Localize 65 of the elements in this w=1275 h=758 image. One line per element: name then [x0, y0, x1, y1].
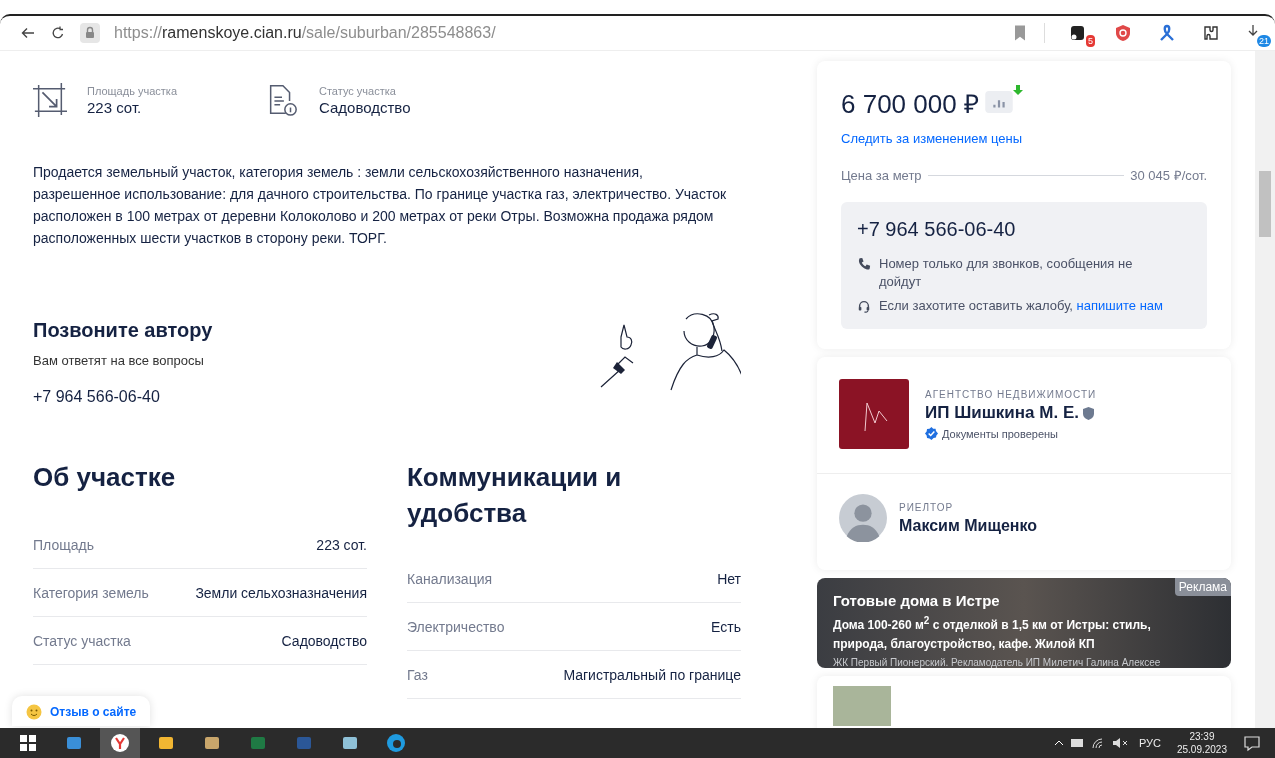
avatar-silhouette — [839, 494, 887, 542]
row-value: Есть — [711, 618, 741, 635]
realtor-caption: РИЕЛТОР — [899, 501, 955, 513]
row-label: Газ — [407, 666, 428, 683]
address-bar[interactable]: https://ramenskoye.cian.ru/sale/suburban/285548863/ — [114, 24, 496, 42]
section-subtitle: Вам ответят на все вопросы — [33, 353, 205, 368]
row-label: Электричество — [407, 618, 505, 635]
ad-text: Дома 100-260 м$^{2}$ с отделкой в 1,5 км от Истры: стиль, природа, благоустройство, кафе. Жилой КП — [833, 614, 1152, 653]
agency-name[interactable]: ИП Шишкина М. Е. — [925, 403, 1079, 423]
verified-icon — [925, 427, 938, 440]
back-icon[interactable] — [20, 25, 36, 41]
description-text: Продается земельный участок, категория земель : земли сельскохозяйственного назначения, разрешенное использование: для дачного строительства. По границе участка газ, электричество. Участок расположен в 100 метрах от деревни Колоколово и 200 метрах от реки Отры. Возможна продажа рядом расположенных шести участков в сторону реки. ТОРГ. — [33, 163, 728, 248]
scrollbar[interactable] — [1255, 51, 1275, 728]
realtor-name[interactable]: Максим Мищенко — [899, 516, 1038, 535]
shield-icon — [1082, 406, 1094, 420]
clock-time[interactable]: 23:39 — [1189, 730, 1215, 743]
bar-chart-icon[interactable] — [984, 91, 1013, 113]
language-indicator[interactable]: РУС — [1138, 737, 1161, 749]
clock-date[interactable]: 25.09.2023 — [1176, 743, 1227, 756]
agency-logo — [839, 379, 909, 449]
browser-icon[interactable] — [100, 728, 140, 758]
area-icon — [33, 83, 67, 117]
fact-value: Садоводство — [319, 98, 411, 116]
feedback-button[interactable]: Отзыв о сайте — [12, 696, 151, 726]
photo-placeholder — [833, 686, 891, 726]
reload-icon[interactable] — [50, 25, 66, 41]
ad-banner[interactable]: Реклама Готовые дома в Истре Дома 100-260 м$^{2}$ с отделкой в 1,5 км от Истры: стиль, природа, благоустройство, кафе. Жилой КП ЖК Первый Пионерский. Рекламодатель ИП Милетич Галина Алексее — [817, 578, 1231, 668]
row-value: Магистральный по границе — [563, 666, 741, 683]
row-label: Статус участка — [33, 632, 131, 649]
phone-number[interactable]: +7 964 566-06-40 — [857, 218, 1191, 241]
verified-text: Документы проверены — [942, 427, 1058, 440]
ad-footer: ЖК Первый Пионерский. Рекламодатель ИП Милетич Галина Алексее — [833, 657, 1231, 668]
price: 6 700 000 ₽ — [841, 88, 979, 121]
phone-icon — [857, 257, 871, 271]
count-badge: 5 — [1086, 35, 1095, 47]
note-text: Если захотите оставить жалобу, напишите нам — [879, 297, 1163, 315]
write-us-link[interactable]: напишите нам — [1076, 298, 1163, 313]
count-badge: 21 — [1257, 35, 1271, 47]
fact-label: Статус участка — [319, 84, 397, 97]
row-label: Категория земель — [33, 584, 149, 601]
headset-icon — [857, 299, 871, 313]
price-per-unit-value: 30 045 ₽/сот. — [1130, 167, 1207, 184]
row-value: Садоводство — [281, 632, 367, 649]
notification-icon[interactable] — [1243, 734, 1261, 752]
ad-title: Готовые дома в Истре — [833, 592, 1001, 609]
fact-value: 223 сот. — [87, 98, 143, 116]
row-value: Нет — [717, 570, 741, 587]
ad-tag: Реклама — [1174, 578, 1231, 596]
section-title: Позвоните автору — [33, 319, 213, 342]
phone-number[interactable]: +7 964 566-06-40 — [33, 388, 213, 406]
puzzle-icon[interactable] — [1201, 23, 1221, 43]
agency-caption: АГЕНТСТВО НЕДВИЖИМОСТИ — [925, 389, 1097, 400]
price-per-unit-label: Цена за метр — [841, 167, 922, 183]
section-title: Об участке — [33, 461, 177, 494]
smiley-icon — [26, 704, 42, 720]
track-price-link[interactable]: Следить за изменением цены — [841, 131, 1207, 146]
fact-label: Площадь участка — [87, 84, 177, 97]
section-title: Коммуникации и удобства — [407, 461, 623, 530]
row-label: Площадь — [33, 536, 94, 553]
shield-icon[interactable] — [1113, 23, 1133, 43]
row-value: 223 сот. — [316, 536, 367, 553]
row-value: Земли сельхозназначения — [195, 584, 367, 601]
note-text: Номер только для звонков, сообщения не дойдут — [879, 255, 1134, 291]
row-label: Канализация — [407, 570, 493, 587]
lock-icon[interactable] — [80, 23, 100, 43]
